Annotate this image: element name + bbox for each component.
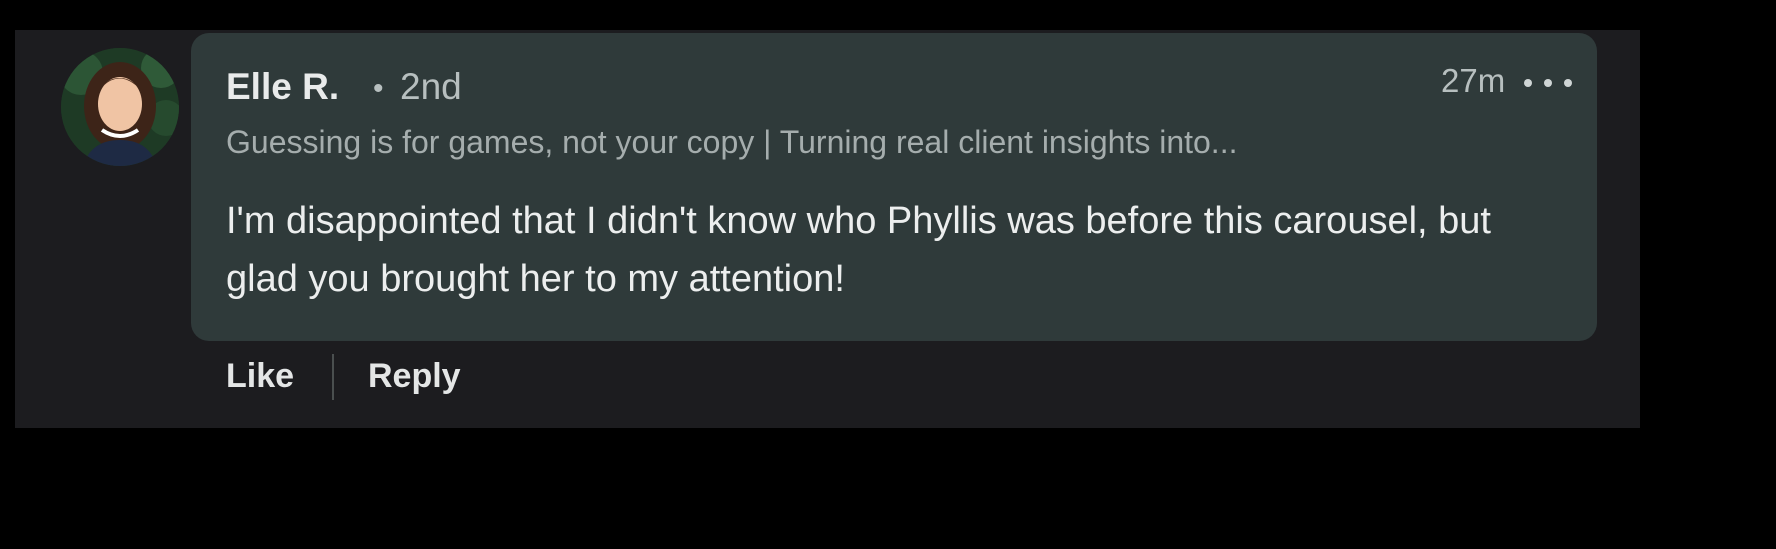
dot-icon	[1544, 79, 1552, 87]
comment-text: I'm disappointed that I didn't know who …	[226, 200, 1491, 300]
like-button[interactable]: Like	[226, 357, 294, 396]
separator-dot: •	[373, 72, 384, 105]
profile-photo-icon	[61, 48, 179, 166]
more-options-icon[interactable]	[1524, 68, 1572, 98]
author-name[interactable]: Elle R.	[226, 66, 339, 108]
author-headline: Guessing is for games, not your copy | T…	[226, 124, 1238, 160]
action-divider	[332, 354, 334, 400]
avatar[interactable]	[61, 48, 179, 166]
reply-button[interactable]: Reply	[368, 357, 461, 396]
connection-degree: 2nd	[400, 66, 462, 107]
timestamp: 27m	[1441, 62, 1506, 99]
dot-icon	[1524, 79, 1532, 87]
dot-icon	[1564, 79, 1572, 87]
